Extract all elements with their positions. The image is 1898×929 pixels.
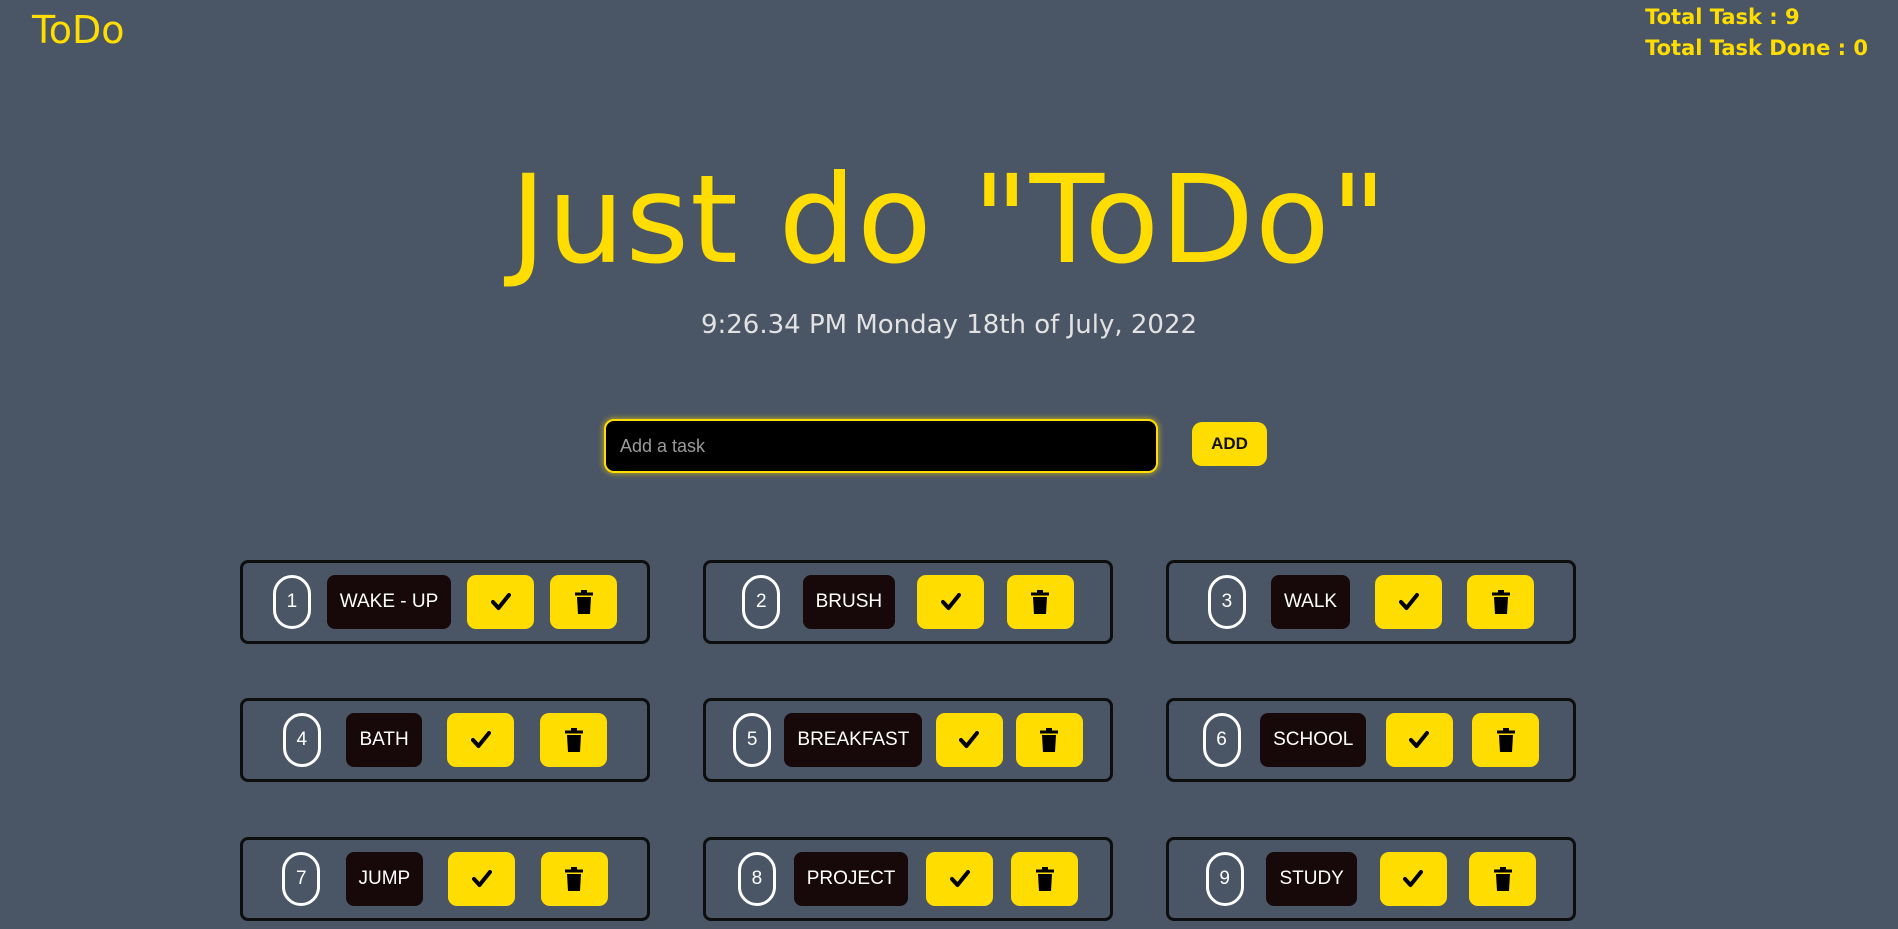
task-card: 6 SCHOOL (1166, 698, 1576, 782)
task-label: BATH (346, 713, 422, 767)
total-task-done-count: Total Task Done : 0 (1645, 36, 1868, 60)
trash-icon (1035, 867, 1054, 891)
delete-task-button[interactable] (1015, 713, 1083, 767)
delete-task-button[interactable] (550, 575, 618, 629)
check-icon (490, 593, 511, 610)
add-task-button[interactable]: ADD (1192, 422, 1267, 466)
delete-task-button[interactable] (1006, 575, 1074, 629)
mark-done-button[interactable] (1379, 852, 1447, 906)
task-label: STUDY (1266, 852, 1357, 906)
task-card: 8 PROJECT (703, 837, 1113, 921)
task-label: JUMP (345, 852, 424, 906)
mark-done-button[interactable] (447, 713, 515, 767)
mark-done-button[interactable] (926, 852, 994, 906)
brand-logo: ToDo (32, 8, 125, 52)
task-number: 5 (733, 713, 772, 767)
hero-title: Just do "ToDo" (510, 149, 1388, 291)
mark-done-button[interactable] (917, 575, 985, 629)
todo-page: ToDo Total Task : 9 Total Task Done : 0 … (0, 0, 1898, 929)
trash-icon (1496, 728, 1515, 752)
delete-task-button[interactable] (1469, 852, 1537, 906)
check-icon (1409, 731, 1430, 748)
task-number: 9 (1205, 852, 1244, 906)
task-card: 3 WALK (1166, 560, 1576, 644)
task-card: 7 JUMP (240, 837, 650, 921)
trash-icon (1493, 867, 1512, 891)
task-card: 9 STUDY (1166, 837, 1576, 921)
task-number: 2 (742, 575, 781, 629)
trash-icon (1040, 728, 1059, 752)
task-number: 3 (1207, 575, 1246, 629)
mark-done-button[interactable] (467, 575, 535, 629)
check-icon (1398, 593, 1419, 610)
trash-icon (1031, 590, 1050, 614)
delete-task-button[interactable] (540, 852, 608, 906)
mark-done-button[interactable] (1375, 575, 1443, 629)
task-number: 6 (1202, 713, 1241, 767)
task-card: 2 BRUSH (703, 560, 1113, 644)
mark-done-button[interactable] (448, 852, 516, 906)
task-number: 7 (282, 852, 321, 906)
trash-icon (1491, 590, 1510, 614)
task-label: WALK (1270, 575, 1351, 629)
delete-task-button[interactable] (1011, 852, 1079, 906)
task-stats: Total Task : 9 Total Task Done : 0 (1645, 2, 1868, 64)
task-card: 5 BREAKFAST (703, 698, 1113, 782)
task-label: SCHOOL (1260, 713, 1367, 767)
mark-done-button[interactable] (1385, 713, 1453, 767)
task-card: 4 BATH (240, 698, 650, 782)
clock-display: 9:26.34 PM Monday 18th of July, 2022 (700, 310, 1198, 340)
task-label: PROJECT (793, 852, 909, 906)
trash-icon (574, 590, 593, 614)
check-icon (949, 870, 970, 887)
total-task-count: Total Task : 9 (1645, 5, 1800, 29)
mark-done-button[interactable] (935, 713, 1003, 767)
check-icon (470, 731, 491, 748)
task-label: BREAKFAST (784, 713, 923, 767)
check-icon (940, 593, 961, 610)
check-icon (471, 870, 492, 887)
delete-task-button[interactable] (1467, 575, 1535, 629)
trash-icon (565, 867, 584, 891)
task-number: 1 (272, 575, 311, 629)
task-number: 4 (282, 713, 321, 767)
delete-task-button[interactable] (540, 713, 608, 767)
trash-icon (564, 728, 583, 752)
task-card: 1 WAKE - UP (240, 560, 650, 644)
task-label: WAKE - UP (326, 575, 452, 629)
task-input[interactable] (604, 419, 1158, 473)
task-label: BRUSH (802, 575, 896, 629)
task-number: 8 (737, 852, 776, 906)
check-icon (959, 731, 980, 748)
delete-task-button[interactable] (1472, 713, 1540, 767)
check-icon (1403, 870, 1424, 887)
